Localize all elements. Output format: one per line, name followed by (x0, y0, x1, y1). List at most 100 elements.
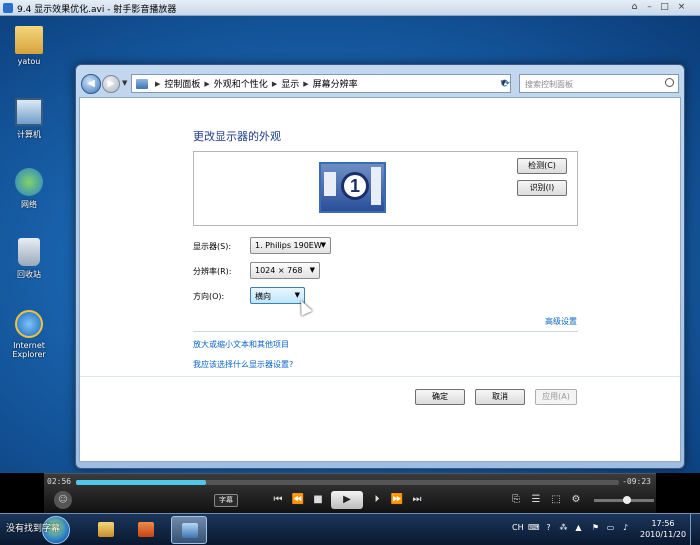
resolution-select[interactable]: 1024 × 768 ▼ (250, 262, 320, 279)
control-panel-icon (136, 78, 148, 89)
taskbar: 没有找到字幕 CH ⌨ ? ⁂ ▲ ⚑ ▭ ♪ 17:56 2010/11/20 (0, 513, 700, 545)
clock-date: 2010/11/20 (640, 530, 687, 539)
language-indicator[interactable]: CH (512, 523, 524, 532)
back-button[interactable]: ◀ (81, 74, 101, 94)
which-settings-link[interactable]: 我应该选择什么显示器设置? (193, 359, 293, 370)
pin-icon[interactable]: ⌂ (628, 2, 641, 13)
address-bar[interactable]: ▶ 控制面板 ▶ 外观和个性化 ▶ 显示 ▶ 屏幕分辨率 ▼ (131, 74, 511, 93)
search-placeholder: 搜索控制面板 (525, 80, 573, 89)
user-icon[interactable]: ☺ (54, 491, 72, 509)
settings-icon[interactable]: ⚙ (568, 492, 584, 508)
breadcrumb-display[interactable]: 显示 (281, 77, 299, 90)
taskbar-explorer[interactable] (88, 516, 124, 544)
seek-bar[interactable] (76, 480, 619, 485)
chevron-right-icon[interactable]: ▶ (204, 80, 209, 88)
desktop-icon-network[interactable]: 网络 (4, 168, 54, 210)
orientation-value: 横向 (255, 292, 271, 301)
chevron-right-icon[interactable]: ▶ (303, 80, 308, 88)
rewind-icon[interactable]: ⏪ (290, 492, 306, 508)
next-frame-icon[interactable]: ⏵ (369, 492, 385, 508)
keyboard-icon[interactable]: ⌨ (528, 522, 540, 533)
folder-icon (98, 522, 114, 537)
play-button[interactable]: ▶ (331, 491, 363, 509)
cancel-button[interactable]: 取消 (475, 389, 525, 405)
player-logo-icon (3, 3, 13, 13)
help-icon[interactable]: ? (543, 522, 554, 533)
subtitle-tooltip: 没有找到字幕 (6, 524, 61, 534)
player-controls: 02:56 -09:23 ☺ 字幕 ⏮ ⏪ ■ ▶ ⏵ ⏩ ⏭ ⎘ ☰ ⬚ ⚙ (44, 473, 656, 513)
text-size-link[interactable]: 放大或缩小文本和其他项目 (193, 339, 289, 350)
minimize-icon[interactable]: – (643, 2, 656, 13)
skip-start-icon[interactable]: ⏮ (270, 492, 286, 508)
subtitle-button[interactable]: 字幕 (214, 494, 238, 507)
desktop-icon-label: 计算机 (17, 130, 41, 139)
playlist-icon[interactable]: ☰ (528, 492, 544, 508)
volume-icon[interactable]: ♪ (620, 522, 631, 533)
search-input[interactable]: 搜索控制面板 (519, 74, 679, 93)
breadcrumb-resolution[interactable]: 屏幕分辨率 (313, 77, 358, 90)
desktop-icon-yatou[interactable]: yatou (4, 26, 54, 66)
desktop-icon-label: 回收站 (17, 270, 41, 279)
screenshot-icon[interactable]: ⬚ (548, 492, 564, 508)
desktop-icon-label: 网络 (21, 200, 37, 209)
monitor-window-shape (371, 167, 381, 205)
stop-icon[interactable]: ■ (310, 492, 326, 508)
apply-button[interactable]: 应用(A) (535, 389, 577, 405)
history-dropdown-icon[interactable]: ▼ (122, 79, 127, 87)
desktop-icon-ie[interactable]: Internet Explorer (4, 310, 54, 359)
flag-icon[interactable]: ⚑ (590, 522, 601, 533)
skip-end-icon[interactable]: ⏭ (409, 492, 425, 508)
divider (193, 331, 578, 332)
forward-button[interactable]: ▶ (102, 75, 120, 93)
volume-knob[interactable] (623, 496, 632, 504)
time-remaining: -09:23 (622, 477, 651, 486)
monitor-1-tile[interactable]: 1 (319, 162, 386, 213)
desktop-icon-computer[interactable]: 计算机 (4, 98, 54, 140)
content-pane: 更改显示器的外观 1 检测(C) 识别(I) 显示器(S): 1. Philip… (79, 97, 681, 462)
taskbar-powerpoint[interactable] (128, 516, 164, 544)
desktop: yatou 计算机 网络 回收站 Internet Explorer ◀ ▶ ▼… (0, 16, 700, 473)
chevron-down-icon: ▼ (309, 266, 315, 274)
search-icon (665, 78, 674, 87)
open-file-icon[interactable]: ⎘ (508, 492, 524, 508)
chevron-down-icon: ▼ (294, 291, 300, 299)
close-icon[interactable]: × (675, 2, 688, 13)
display-select[interactable]: 1. Philips 190EW ▼ (250, 237, 331, 254)
maximize-icon[interactable]: □ (658, 2, 671, 13)
mouse-cursor-icon (295, 298, 313, 316)
desktop-icon-label: yatou (17, 57, 41, 66)
folder-icon (15, 26, 43, 54)
fast-forward-icon[interactable]: ⏩ (389, 492, 405, 508)
seek-bar-fill (76, 480, 207, 485)
monitor-preview-panel: 1 检测(C) 识别(I) (193, 151, 578, 226)
network-icon (15, 168, 43, 196)
resolution-value: 1024 × 768 (255, 266, 303, 275)
detect-button[interactable]: 检测(C) (517, 158, 567, 174)
taskbar-control-panel[interactable] (171, 516, 207, 544)
player-title-bar: 9.4 显示效果优化.avi - 射手影音播放器 ⌂ – □ × (0, 0, 700, 16)
chevron-right-icon[interactable]: ▶ (155, 80, 160, 88)
recycle-bin-icon (18, 238, 40, 266)
breadcrumb-appearance[interactable]: 外观和个性化 (214, 77, 268, 90)
show-desktop-button[interactable] (690, 514, 700, 545)
ok-button[interactable]: 确定 (415, 389, 465, 405)
powerpoint-icon (138, 522, 154, 537)
clock[interactable]: 17:56 2010/11/20 (640, 518, 686, 540)
refresh-icon[interactable]: ⟳ (497, 75, 514, 92)
desktop-icon-recycle-bin[interactable]: 回收站 (4, 238, 54, 280)
explorer-window: ◀ ▶ ▼ ▶ 控制面板 ▶ 外观和个性化 ▶ 显示 ▶ 屏幕分辨率 ▼ ⟳ 搜… (75, 64, 685, 469)
breadcrumb-control-panel[interactable]: 控制面板 (164, 77, 200, 90)
monitor-number: 1 (341, 172, 369, 200)
desktop-icon-label: Internet Explorer (12, 341, 46, 359)
control-panel-icon (182, 523, 198, 538)
address-row: ◀ ▶ ▼ ▶ 控制面板 ▶ 外观和个性化 ▶ 显示 ▶ 屏幕分辨率 ▼ ⟳ 搜… (79, 73, 681, 95)
advanced-settings-link[interactable]: 高级设置 (545, 316, 577, 327)
resolution-label: 分辨率(R): (193, 267, 232, 276)
identify-button[interactable]: 识别(I) (517, 180, 567, 196)
network-tray-icon[interactable]: ▭ (605, 522, 616, 533)
volume-slider[interactable] (594, 496, 654, 504)
show-hidden-icon[interactable]: ▲ (573, 522, 584, 533)
footer-divider (80, 376, 680, 377)
ime-icon[interactable]: ⁂ (558, 522, 569, 533)
chevron-right-icon[interactable]: ▶ (272, 80, 277, 88)
